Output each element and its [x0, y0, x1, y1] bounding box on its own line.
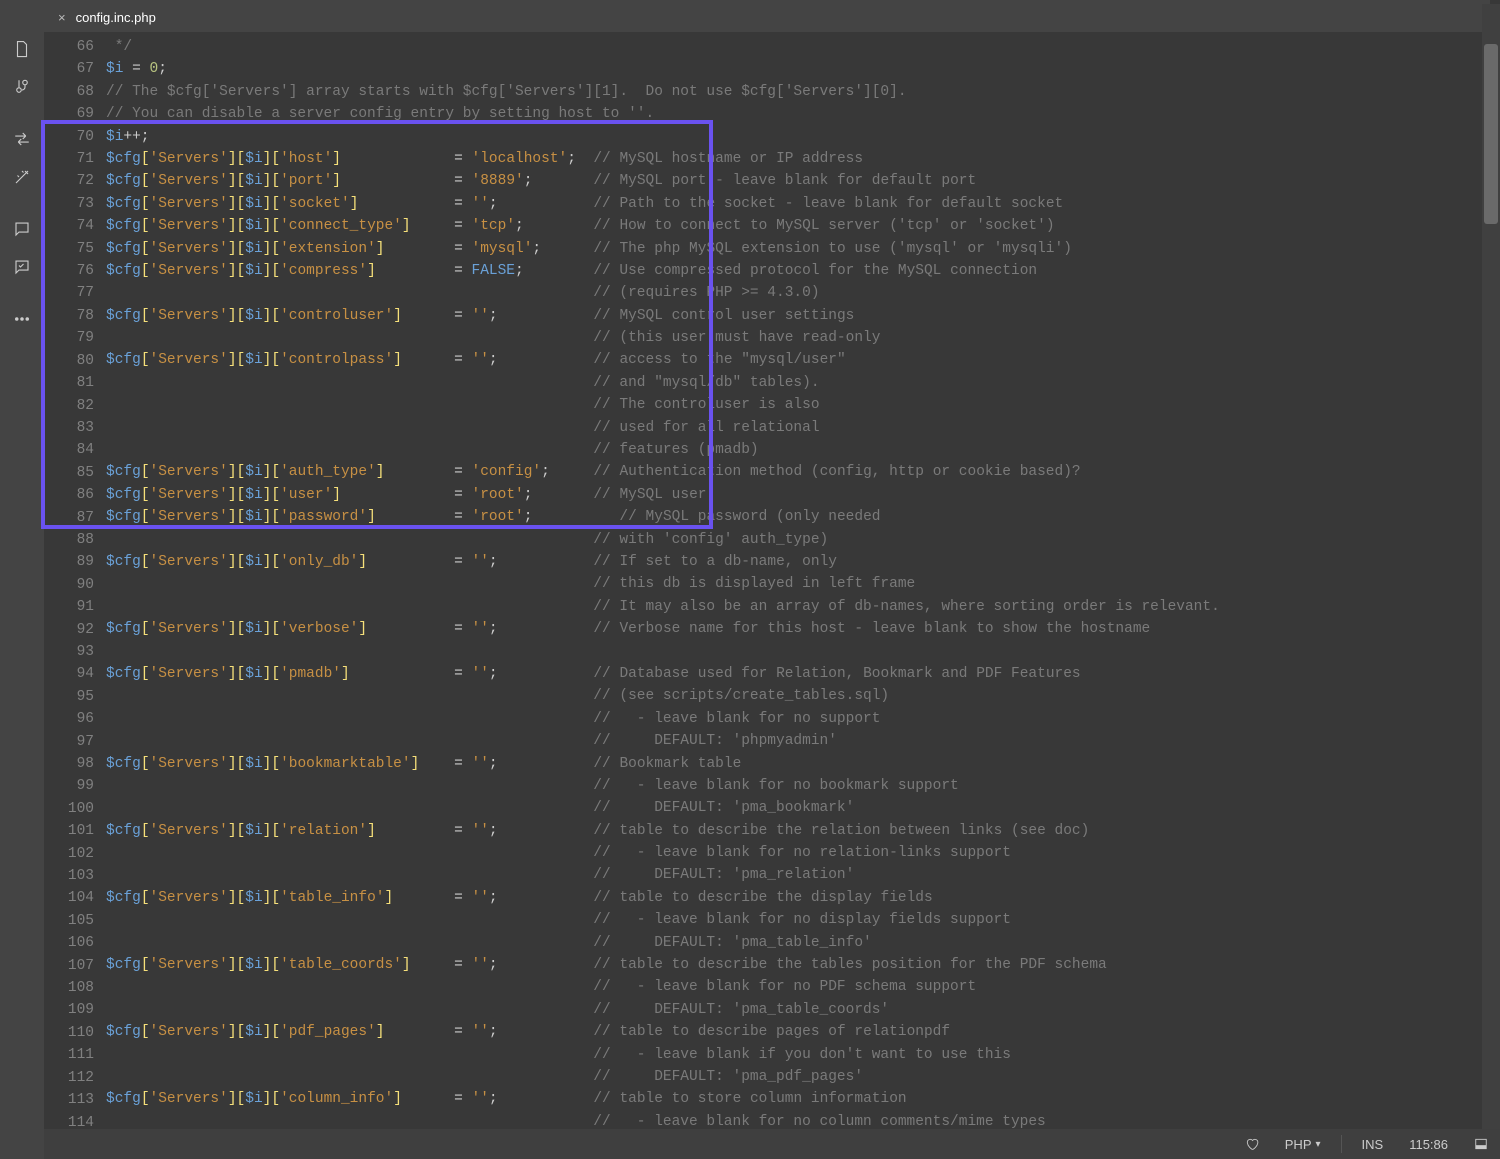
status-cursor-position[interactable]: 115:86: [1403, 1137, 1454, 1152]
code-line[interactable]: $cfg['Servers'][$i]['pdf_pages'] = ''; /…: [106, 1021, 1490, 1043]
status-insert-mode[interactable]: INS: [1356, 1137, 1390, 1152]
status-bar: PHP ▾ INS 115:86: [44, 1129, 1500, 1159]
code-line[interactable]: // DEFAULT: 'pma_table_coords': [106, 999, 1490, 1021]
code-line[interactable]: $i = 0;: [106, 58, 1490, 80]
code-line[interactable]: // DEFAULT: 'pma_table_info': [106, 932, 1490, 954]
code-line[interactable]: // (requires PHP >= 4.3.0): [106, 282, 1490, 304]
code-line[interactable]: $cfg['Servers'][$i]['bookmarktable'] = '…: [106, 753, 1490, 775]
vertical-scrollbar[interactable]: [1482, 4, 1500, 1129]
code-line[interactable]: $cfg['Servers'][$i]['socket'] = ''; // P…: [106, 193, 1490, 215]
code-line[interactable]: $cfg['Servers'][$i]['table_info'] = ''; …: [106, 887, 1490, 909]
code-line[interactable]: // and "mysql/db" tables).: [106, 372, 1490, 394]
code-line[interactable]: // DEFAULT: 'pma_pdf_pages': [106, 1066, 1490, 1088]
status-separator: [1341, 1135, 1342, 1153]
code-line[interactable]: $cfg['Servers'][$i]['pmadb'] = ''; // Da…: [106, 663, 1490, 685]
code-line[interactable]: // - leave blank for no relation-links s…: [106, 842, 1490, 864]
more-icon[interactable]: [11, 308, 33, 330]
code-line[interactable]: $i++;: [106, 126, 1490, 148]
tab-bar: × config.inc.php: [44, 0, 1490, 32]
tab-config-inc-php[interactable]: × config.inc.php: [44, 0, 170, 32]
code-line[interactable]: $cfg['Servers'][$i]['password'] = 'root'…: [106, 506, 1490, 528]
code-line[interactable]: $cfg['Servers'][$i]['relation'] = ''; //…: [106, 820, 1490, 842]
code-line[interactable]: // - leave blank if you don't want to us…: [106, 1044, 1490, 1066]
code-line[interactable]: $cfg['Servers'][$i]['only_db'] = ''; // …: [106, 551, 1490, 573]
code-line[interactable]: [106, 641, 1490, 663]
code-line[interactable]: // with 'config' auth_type): [106, 529, 1490, 551]
code-line[interactable]: // (see scripts/create_tables.sql): [106, 685, 1490, 707]
close-icon[interactable]: ×: [58, 10, 66, 25]
code-line[interactable]: // (this user must have read-only: [106, 327, 1490, 349]
code-line[interactable]: // DEFAULT: 'phpmyadmin': [106, 730, 1490, 752]
tab-label: config.inc.php: [76, 10, 156, 25]
editor-area[interactable]: 6667686970717273747576777879808182838485…: [44, 32, 1490, 1129]
file-icon[interactable]: [11, 38, 33, 60]
status-language[interactable]: PHP ▾: [1279, 1137, 1327, 1152]
code-line[interactable]: // - leave blank for no column comments/…: [106, 1111, 1490, 1129]
code-line[interactable]: $cfg['Servers'][$i]['port'] = '8889'; //…: [106, 170, 1490, 192]
status-panel-icon[interactable]: [1468, 1137, 1494, 1151]
code-line[interactable]: // - leave blank for no display fields s…: [106, 909, 1490, 931]
code-line[interactable]: $cfg['Servers'][$i]['controlpass'] = '';…: [106, 349, 1490, 371]
code-line[interactable]: $cfg['Servers'][$i]['verbose'] = ''; // …: [106, 618, 1490, 640]
line-number-gutter: 6667686970717273747576777879808182838485…: [44, 36, 106, 1134]
code-line[interactable]: // - leave blank for no PDF schema suppo…: [106, 976, 1490, 998]
code-line[interactable]: $cfg['Servers'][$i]['user'] = 'root'; //…: [106, 484, 1490, 506]
chevron-down-icon: ▾: [1316, 1139, 1321, 1150]
swap-icon[interactable]: [11, 128, 33, 150]
code-line[interactable]: $cfg['Servers'][$i]['extension'] = 'mysq…: [106, 238, 1490, 260]
code-line[interactable]: // The controluser is also: [106, 394, 1490, 416]
code-line[interactable]: // It may also be an array of db-names, …: [106, 596, 1490, 618]
code-line[interactable]: $cfg['Servers'][$i]['host'] = 'localhost…: [106, 148, 1490, 170]
code-line[interactable]: // The $cfg['Servers'] array starts with…: [106, 81, 1490, 103]
code-view[interactable]: */$i = 0;// The $cfg['Servers'] array st…: [106, 36, 1490, 1129]
code-line[interactable]: $cfg['Servers'][$i]['controluser'] = '';…: [106, 305, 1490, 327]
code-line[interactable]: $cfg['Servers'][$i]['table_coords'] = ''…: [106, 954, 1490, 976]
code-line[interactable]: // - leave blank for no bookmark support: [106, 775, 1490, 797]
code-line[interactable]: // DEFAULT: 'pma_relation': [106, 864, 1490, 886]
source-control-icon[interactable]: [11, 76, 33, 98]
code-line[interactable]: // this db is displayed in left frame: [106, 573, 1490, 595]
chat-check-icon[interactable]: [11, 256, 33, 278]
code-line[interactable]: // used for all relational: [106, 417, 1490, 439]
code-line[interactable]: // features (pmadb): [106, 439, 1490, 461]
code-line[interactable]: // You can disable a server config entry…: [106, 103, 1490, 125]
scrollbar-thumb[interactable]: [1484, 44, 1498, 224]
status-language-label: PHP: [1285, 1137, 1312, 1152]
code-line[interactable]: $cfg['Servers'][$i]['connect_type'] = 't…: [106, 215, 1490, 237]
activity-bar: [0, 0, 44, 1159]
code-line[interactable]: // DEFAULT: 'pma_bookmark': [106, 797, 1490, 819]
code-line[interactable]: */: [106, 36, 1490, 58]
status-heart-icon[interactable]: [1239, 1137, 1265, 1151]
code-line[interactable]: $cfg['Servers'][$i]['compress'] = FALSE;…: [106, 260, 1490, 282]
code-line[interactable]: // - leave blank for no support: [106, 708, 1490, 730]
comment-icon[interactable]: [11, 218, 33, 240]
code-line[interactable]: $cfg['Servers'][$i]['column_info'] = '';…: [106, 1088, 1490, 1110]
code-line[interactable]: $cfg['Servers'][$i]['auth_type'] = 'conf…: [106, 461, 1490, 483]
wand-icon[interactable]: [11, 166, 33, 188]
